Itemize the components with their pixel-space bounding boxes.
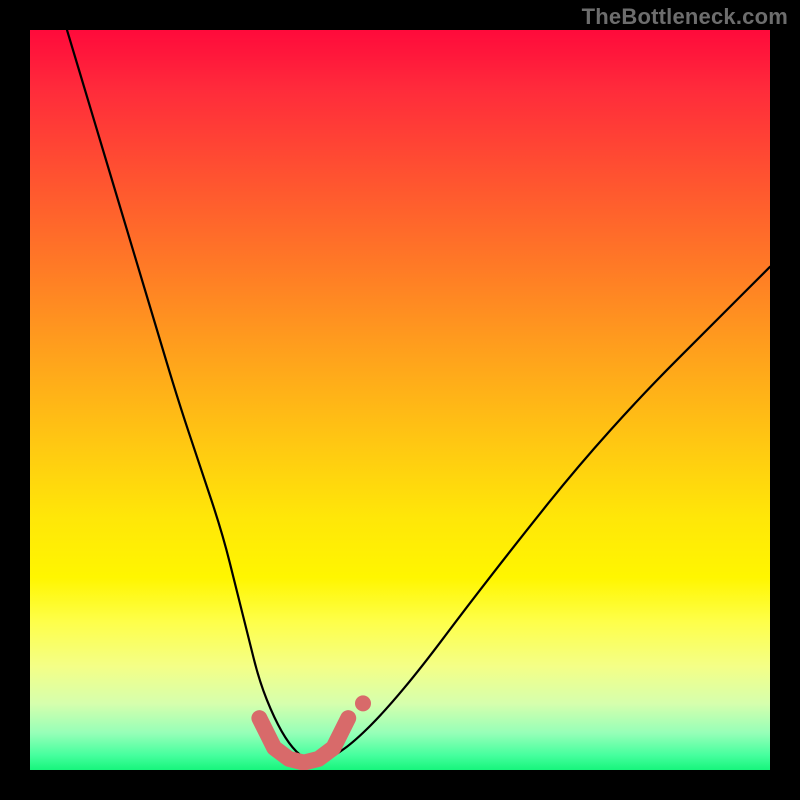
plot-area — [30, 30, 770, 770]
bottleneck-curve — [67, 30, 770, 761]
chart-frame: TheBottleneck.com — [0, 0, 800, 800]
watermark-text: TheBottleneck.com — [582, 4, 788, 30]
optimal-range-dot — [355, 695, 371, 711]
optimal-range-marker — [259, 718, 348, 762]
curve-layer — [30, 30, 770, 770]
